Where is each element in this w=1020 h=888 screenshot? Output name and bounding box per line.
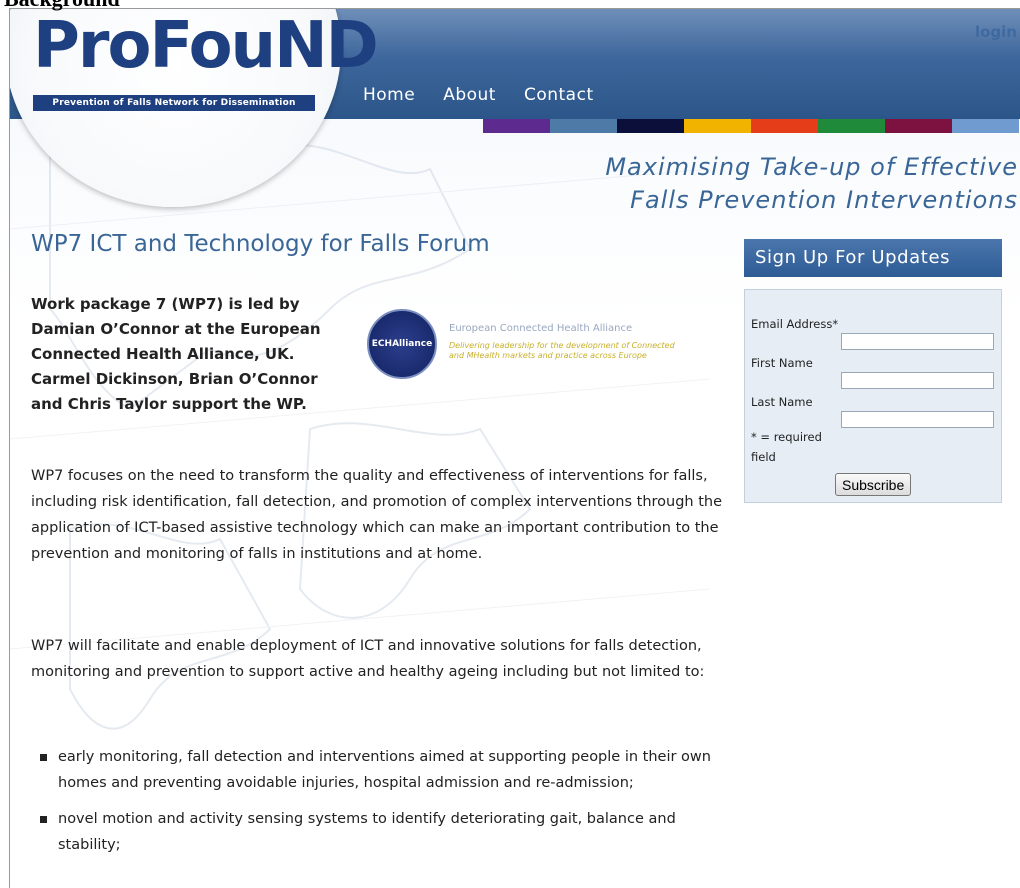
last-name-field[interactable] [841, 411, 994, 428]
nav-home[interactable]: Home [363, 85, 415, 105]
page-title: WP7 ICT and Technology for Falls Forum [31, 231, 490, 257]
signup-form: Email Address* First Name Last Name * = … [744, 289, 1002, 503]
list-item: novel motion and activity sensing system… [31, 806, 731, 858]
logo-tagline: Prevention of Falls Network for Dissemin… [33, 95, 315, 111]
color-strip-segment [885, 119, 952, 133]
first-name-label: First Name [751, 356, 813, 370]
site-tagline: Maximising Take-up of Effective Falls Pr… [605, 151, 1018, 217]
required-note: * = required field [751, 430, 822, 464]
nav-about[interactable]: About [443, 85, 496, 105]
partner-name: European Connected Health Alliance [449, 323, 633, 334]
echalliance-seal-icon: ECHAlliance [367, 309, 437, 379]
partner-description: Delivering leadership for the developmen… [449, 341, 675, 360]
objectives-list: early monitoring, fall detection and int… [31, 744, 731, 868]
list-item: early monitoring, fall detection and int… [31, 744, 731, 796]
lead-paragraph: Work package 7 (WP7) is led by Damian O’… [31, 295, 321, 413]
last-name-label: Last Name [751, 395, 813, 409]
tagline-line-2: Falls Prevention Interventions [630, 186, 1018, 214]
color-strip-segment [617, 119, 684, 133]
color-strip-segment [483, 119, 550, 133]
login-link[interactable]: login [975, 23, 1017, 41]
body-paragraph-2: WP7 will facilitate and enable deploymen… [31, 638, 705, 680]
email-label: Email Address* [751, 317, 839, 331]
color-strip-segment [952, 119, 1019, 133]
signup-heading: Sign Up For Updates [744, 239, 1002, 277]
partner-logo[interactable]: ECHAlliance European Connected Health Al… [367, 309, 687, 379]
color-strip-segment [751, 119, 818, 133]
email-field[interactable] [841, 333, 994, 350]
first-name-field[interactable] [841, 372, 994, 389]
color-strip-segment [684, 119, 751, 133]
stray-heading: Background [0, 0, 120, 11]
subscribe-button[interactable]: Subscribe [835, 473, 912, 496]
tagline-line-1: Maximising Take-up of Effective [605, 153, 1018, 181]
body-paragraph-1: WP7 focuses on the need to transform the… [31, 468, 723, 562]
page-frame: login Home About Contact ProFouND Preven… [9, 8, 1020, 888]
site-logo[interactable]: ProFouND Prevention of Falls Network for… [33, 9, 379, 111]
nav-contact[interactable]: Contact [524, 85, 594, 105]
color-strip-segment [550, 119, 617, 133]
color-strip-segment [818, 119, 885, 133]
logo-wordmark: ProFouND [33, 9, 379, 83]
main-nav: Home About Contact [363, 85, 622, 105]
color-strip [483, 119, 1019, 133]
